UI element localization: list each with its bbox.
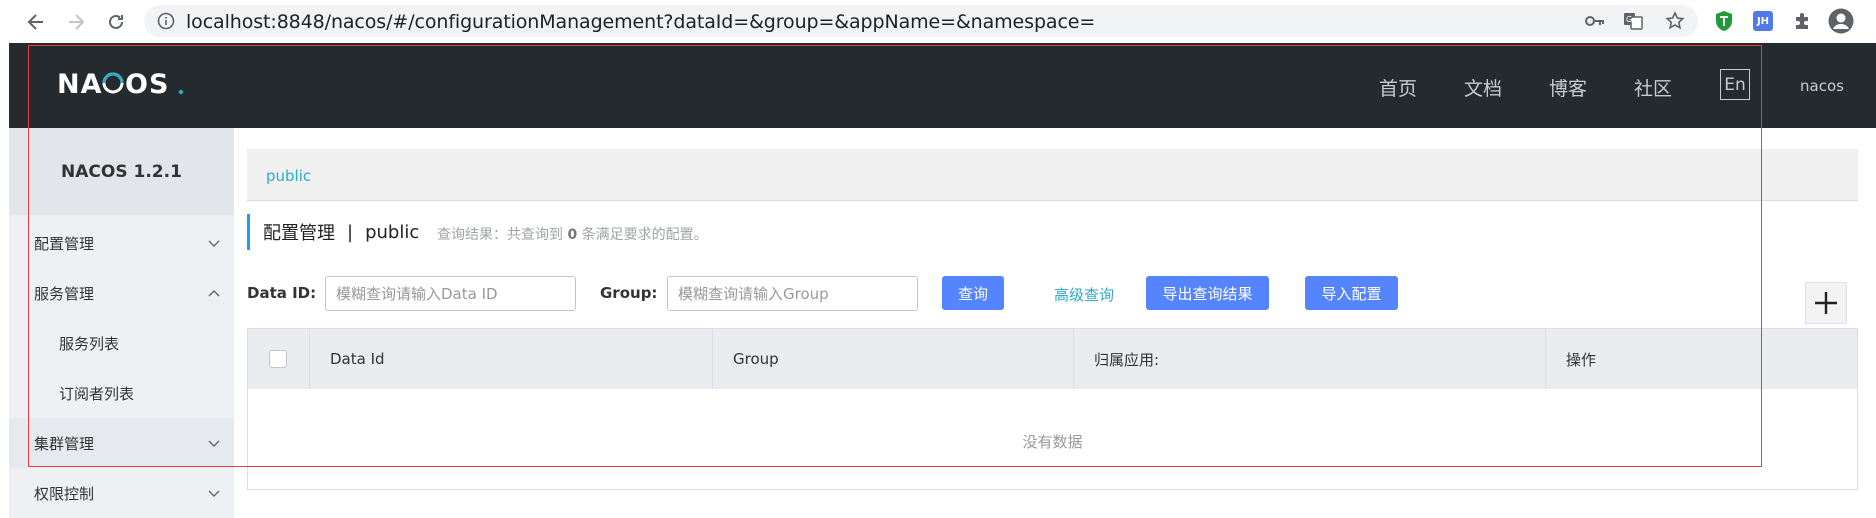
sidebar-item-label: 权限控制 — [34, 484, 95, 503]
shield-extension-icon[interactable] — [1711, 8, 1737, 34]
sidebar-item-label: 服务列表 — [59, 334, 120, 353]
svg-text:OS: OS — [125, 69, 169, 99]
query-button[interactable]: 查询 — [942, 276, 1004, 310]
jh-extension-icon[interactable]: JH — [1750, 8, 1776, 34]
chevron-up-icon — [208, 290, 220, 297]
forward-icon[interactable] — [62, 8, 90, 36]
sidebar-item-label: 服务管理 — [34, 284, 95, 303]
bookmark-star-icon[interactable] — [1662, 8, 1688, 34]
add-config-button[interactable] — [1805, 282, 1847, 324]
dataid-label: Data ID: — [247, 284, 317, 302]
config-table: Data Id Group 归属应用: 操作 没有数据 — [247, 328, 1858, 490]
query-result-info: 查询结果：共查询到 0 条满足要求的配置。 — [437, 224, 708, 244]
reload-icon[interactable] — [102, 8, 130, 36]
sidebar-item-service-list[interactable]: 服务列表 — [9, 318, 234, 368]
sidebar-item-label: 订阅者列表 — [59, 384, 135, 403]
plus-icon — [1815, 292, 1837, 314]
sidebar: NACOS 1.2.1 配置管理 服务管理 服务列表 订阅者列表 集群管理 权限… — [9, 128, 234, 518]
svg-text:G: G — [1626, 15, 1632, 24]
advanced-query-link[interactable]: 高级查询 — [1054, 284, 1114, 305]
user-name[interactable]: nacos — [1800, 77, 1844, 95]
import-config-button[interactable]: 导入配置 — [1305, 276, 1398, 310]
translate-icon[interactable]: G — [1620, 8, 1646, 34]
page-title: 配置管理 | public — [247, 214, 419, 250]
column-header-dataid[interactable]: Data Id — [310, 329, 713, 389]
app-header: NA OS 首页 文档 博客 社区 En nacos — [9, 43, 1876, 128]
table-header: Data Id Group 归属应用: 操作 — [248, 329, 1857, 389]
group-label: Group: — [600, 284, 658, 302]
query-count: 0 — [567, 227, 578, 243]
column-header-group[interactable]: Group — [713, 329, 1074, 389]
query-info-prefix: 查询结果：共查询到 — [437, 227, 563, 243]
sidebar-item-service-management[interactable]: 服务管理 — [9, 268, 234, 318]
column-header-actions: 操作 — [1566, 350, 1597, 369]
empty-table-message: 没有数据 — [1022, 433, 1083, 451]
page-title-namespace: public — [365, 221, 420, 243]
jh-badge: JH — [1753, 11, 1773, 31]
query-info-suffix: 条满足要求的配置。 — [581, 227, 708, 243]
namespace-bar: public — [247, 149, 1858, 201]
puzzle-extensions-icon[interactable] — [1790, 8, 1816, 34]
svg-text:NA: NA — [57, 69, 103, 99]
sidebar-title: NACOS 1.2.1 — [9, 128, 234, 215]
chevron-down-icon — [208, 490, 220, 497]
chevron-down-icon — [208, 240, 220, 247]
url-text: localhost:8848/nacos/#/configurationMana… — [186, 11, 1096, 33]
sidebar-item-cluster-management[interactable]: 集群管理 — [9, 418, 234, 468]
select-all-checkbox[interactable] — [269, 350, 287, 368]
dataid-search-input[interactable]: 模糊查询请输入Data ID — [325, 276, 576, 311]
nav-docs[interactable]: 文档 — [1464, 74, 1502, 101]
column-header-app[interactable]: 归属应用: — [1074, 329, 1546, 389]
language-toggle-button[interactable]: En — [1720, 69, 1750, 100]
namespace-link-public[interactable]: public — [266, 167, 311, 185]
chevron-down-icon — [208, 440, 220, 447]
address-bar[interactable]: localhost:8848/nacos/#/configurationMana… — [144, 5, 1698, 37]
sidebar-item-subscriber-list[interactable]: 订阅者列表 — [9, 368, 234, 418]
export-results-button[interactable]: 导出查询结果 — [1146, 276, 1269, 310]
sidebar-item-access-control[interactable]: 权限控制 — [9, 468, 234, 518]
browser-toolbar: localhost:8848/nacos/#/configurationMana… — [0, 0, 1876, 43]
nav-community[interactable]: 社区 — [1634, 74, 1672, 101]
info-icon[interactable] — [157, 12, 175, 34]
profile-avatar-icon[interactable] — [1828, 8, 1854, 34]
sidebar-item-label: 配置管理 — [34, 234, 95, 253]
page-title-separator: | — [347, 221, 354, 243]
back-icon[interactable] — [22, 8, 50, 36]
nav-home[interactable]: 首页 — [1379, 74, 1417, 101]
sidebar-item-config-management[interactable]: 配置管理 — [9, 218, 234, 268]
select-all-cell — [248, 329, 310, 389]
sidebar-item-label: 集群管理 — [34, 434, 95, 453]
nav-blog[interactable]: 博客 — [1549, 74, 1587, 101]
page-title-text: 配置管理 — [263, 223, 335, 244]
group-search-input[interactable]: 模糊查询请输入Group — [667, 276, 918, 311]
key-icon[interactable] — [1582, 8, 1608, 34]
nacos-logo[interactable]: NA OS — [57, 69, 187, 103]
